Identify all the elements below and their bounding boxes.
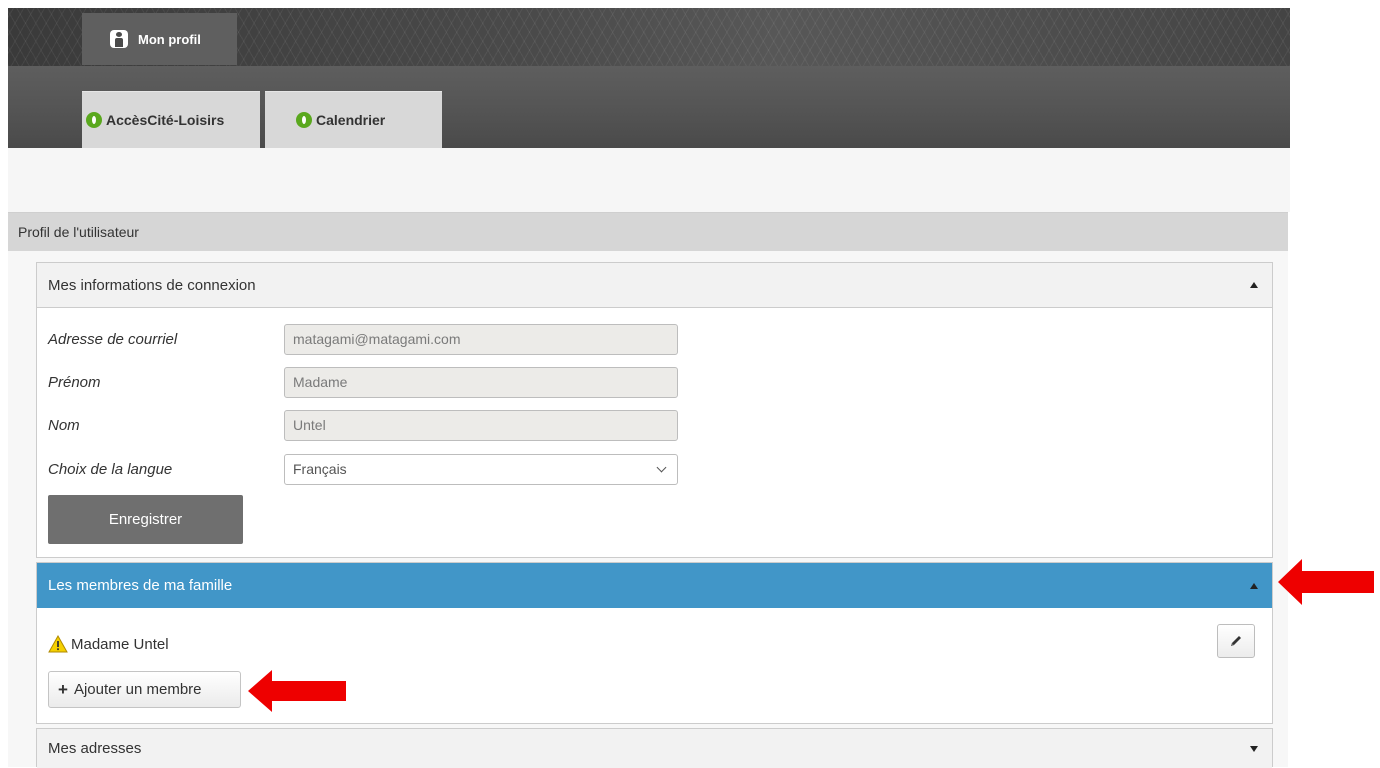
annotation-arrow-left-icon — [248, 670, 346, 712]
list-item: Madame Untel — [48, 626, 1258, 662]
add-member-button[interactable]: + Ajouter un membre — [48, 671, 241, 708]
save-button[interactable]: Enregistrer — [48, 495, 243, 544]
family-members-panel-title: Les membres de ma famille — [48, 577, 233, 594]
annotation-arrow-left-icon — [1278, 559, 1374, 605]
tab-accescite-loisirs[interactable]: AccèsCité-Loisirs — [82, 91, 260, 148]
last-name-label: Nom — [48, 416, 80, 434]
section-header: Profil de l'utilisateur — [8, 212, 1288, 251]
plus-icon: + — [58, 680, 68, 699]
last-name-field[interactable] — [284, 409, 678, 441]
addresses-panel-title: Mes adresses — [48, 740, 142, 757]
family-members-panel: Les membres de ma famille Madame Untel +… — [36, 562, 1273, 724]
login-info-panel-title: Mes informations de connexion — [48, 276, 256, 294]
warning-icon — [48, 635, 68, 653]
tab-label: AccèsCité-Loisirs — [106, 112, 225, 128]
language-row: Choix de la langue Français — [48, 453, 688, 485]
first-name-field[interactable] — [284, 366, 678, 398]
email-label: Adresse de courriel — [48, 330, 178, 348]
leaf-icon — [86, 112, 102, 128]
caret-up-icon — [1250, 582, 1258, 589]
pencil-icon — [1231, 636, 1241, 646]
edit-member-button[interactable] — [1217, 624, 1255, 658]
email-row: Adresse de courriel — [48, 323, 688, 355]
login-info-panel: Mes informations de connexion Adresse de… — [36, 262, 1273, 558]
email-field[interactable] — [284, 323, 678, 355]
last-name-row: Nom — [48, 409, 688, 441]
my-profile-tab[interactable]: Mon profil — [82, 13, 237, 65]
addresses-panel-header[interactable]: Mes adresses — [37, 729, 1272, 768]
add-member-label: Ajouter un membre — [73, 681, 202, 698]
tab-label: Calendrier — [316, 112, 386, 128]
caret-down-icon — [1250, 745, 1258, 752]
leaf-icon — [296, 112, 312, 128]
addresses-panel: Mes adresses — [36, 728, 1273, 768]
family-members-panel-header[interactable]: Les membres de ma famille — [37, 563, 1272, 608]
person-icon — [110, 30, 128, 48]
chevron-down-icon — [656, 462, 667, 472]
language-label: Choix de la langue — [48, 460, 173, 478]
tab-calendrier[interactable]: Calendrier — [265, 91, 442, 148]
language-select[interactable]: Français — [284, 453, 678, 485]
member-name: Madame Untel — [71, 635, 169, 653]
login-info-panel-header[interactable]: Mes informations de connexion — [37, 263, 1272, 308]
caret-up-icon — [1250, 282, 1258, 288]
first-name-label: Prénom — [48, 373, 101, 391]
section-title: Profil de l'utilisateur — [18, 224, 139, 240]
page-spacer — [8, 148, 1290, 212]
my-profile-label: Mon profil — [138, 31, 201, 47]
language-selected-value: Français — [293, 461, 347, 477]
first-name-row: Prénom — [48, 366, 688, 398]
